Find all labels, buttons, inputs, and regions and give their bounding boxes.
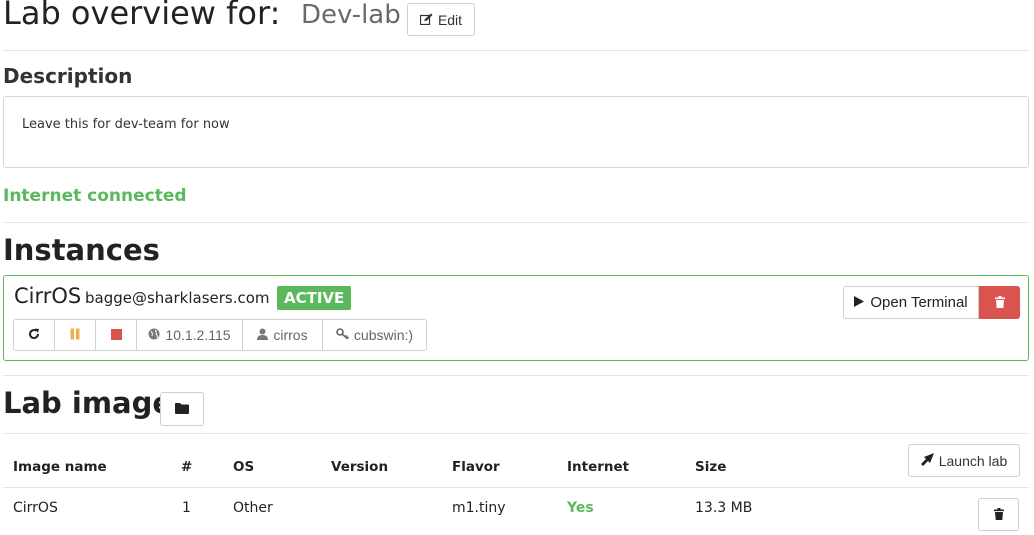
page-title: Lab overview for: — [3, 0, 281, 32]
launch-lab-button[interactable]: Launch lab — [908, 444, 1020, 477]
delete-instance-button[interactable] — [979, 286, 1020, 319]
open-terminal-label: Open Terminal — [870, 294, 968, 311]
column-header-os: OS — [233, 459, 255, 475]
divider — [3, 222, 1029, 223]
password: cubswin:) — [353, 327, 414, 343]
divider — [3, 487, 1029, 488]
pause-button[interactable] — [55, 320, 96, 350]
column-header-count: # — [181, 459, 193, 475]
cell-internet: Yes — [567, 500, 594, 516]
column-header-flavor: Flavor — [452, 459, 500, 475]
pause-icon — [69, 327, 81, 343]
divider — [3, 375, 1029, 376]
divider — [3, 50, 1029, 51]
refresh-icon — [28, 327, 40, 343]
description-heading: Description — [3, 64, 133, 88]
launch-lab-label: Launch lab — [938, 452, 1008, 469]
stop-button[interactable] — [96, 320, 137, 350]
trash-icon — [994, 293, 1005, 312]
username: cirros — [273, 327, 308, 343]
instance-name: CirrOS — [14, 284, 82, 308]
instance-card: CirrOS bagge@sharklasers.com ACTIVE 10.1… — [3, 275, 1029, 361]
column-header-version: Version — [331, 459, 389, 475]
description-text: Leave this for dev-team for now — [22, 117, 230, 132]
cell-image-name: CirrOS — [13, 500, 58, 516]
username-field[interactable]: cirros — [243, 320, 323, 350]
cell-count: 1 — [182, 500, 191, 516]
browse-images-button[interactable] — [160, 392, 204, 426]
instance-controls: 10.1.2.115 cirros cubswin:) — [13, 319, 427, 351]
cell-size: 13.3 MB — [695, 500, 753, 516]
delete-image-button[interactable] — [978, 498, 1019, 531]
divider — [3, 433, 1029, 434]
user-icon — [257, 327, 269, 343]
restart-button[interactable] — [14, 320, 55, 350]
key-icon — [336, 327, 349, 343]
ip-address: 10.1.2.115 — [165, 327, 231, 343]
open-terminal-button[interactable]: Open Terminal — [843, 286, 979, 319]
column-header-size: Size — [695, 459, 727, 475]
trash-icon — [993, 507, 1004, 523]
cell-os: Other — [233, 500, 273, 516]
folder-icon — [175, 401, 189, 417]
cell-flavor: m1.tiny — [452, 500, 506, 516]
description-box: Leave this for dev-team for now — [3, 96, 1029, 168]
globe-icon — [148, 327, 160, 343]
column-header-internet: Internet — [567, 459, 630, 475]
column-header-image-name: Image name — [13, 459, 107, 475]
edit-icon — [419, 12, 433, 28]
rocket-icon — [920, 452, 934, 469]
play-icon — [854, 294, 865, 311]
password-field[interactable]: cubswin:) — [323, 320, 426, 350]
edit-button[interactable]: Edit — [407, 3, 475, 36]
instance-owner: bagge@sharklasers.com — [85, 289, 270, 307]
ip-address-field[interactable]: 10.1.2.115 — [137, 320, 243, 350]
internet-status: Internet connected — [3, 186, 187, 206]
status-badge: ACTIVE — [277, 286, 352, 310]
lab-name: Dev-lab — [301, 0, 401, 30]
edit-button-label: Edit — [437, 11, 463, 28]
instances-heading: Instances — [3, 233, 160, 267]
stop-icon — [110, 327, 122, 343]
